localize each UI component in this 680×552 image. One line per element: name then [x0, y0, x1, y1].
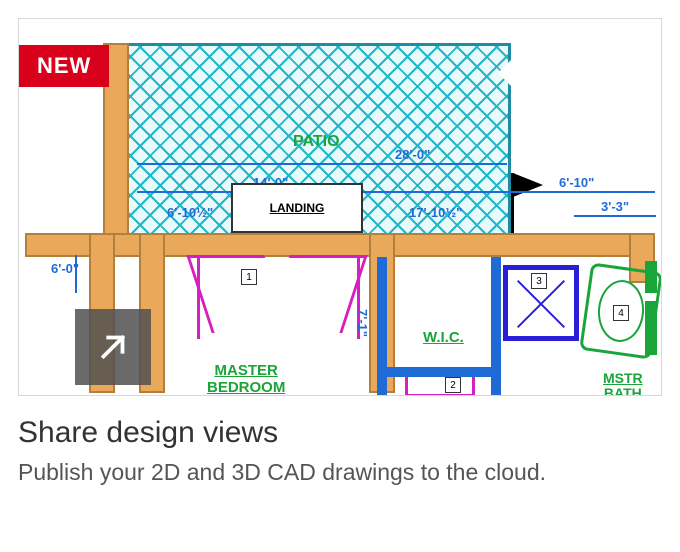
dimension-label: 3'-3"	[601, 199, 629, 214]
feature-card: LANDING PATIO MASTER BEDROOM W.I.C. MSTR…	[18, 18, 662, 488]
feature-thumbnail[interactable]: LANDING PATIO MASTER BEDROOM W.I.C. MSTR…	[18, 18, 662, 396]
dimension-label: 6'-0"	[51, 261, 79, 276]
card-description: Publish your 2D and 3D CAD drawings to t…	[18, 458, 662, 488]
dimension-label: 6'-10½"	[167, 205, 213, 220]
patio-label: PATIO	[293, 133, 340, 151]
master-bath-label: MSTR BATH	[603, 371, 643, 396]
callout-marker: 2	[445, 377, 461, 393]
new-badge-label: NEW	[37, 53, 91, 78]
new-badge: NEW	[19, 45, 109, 87]
arrow-up-right-icon	[94, 328, 132, 366]
callout-marker: 4	[613, 305, 629, 321]
share-overlay-button[interactable]	[75, 309, 151, 385]
callout-marker: 3	[531, 273, 547, 289]
dimension-label: 6'-10"	[559, 175, 594, 190]
dimension-label: 7'-1"	[355, 309, 370, 337]
landing-label: LANDING	[270, 201, 325, 215]
callout-marker: 1	[241, 269, 257, 285]
dimension-label: 28'-0"	[395, 147, 430, 162]
card-title: Share design views	[18, 416, 662, 450]
wic-label: W.I.C.	[423, 329, 464, 346]
master-bedroom-label: MASTER BEDROOM	[207, 363, 285, 396]
dimension-label: 17'-10½"	[409, 205, 462, 220]
